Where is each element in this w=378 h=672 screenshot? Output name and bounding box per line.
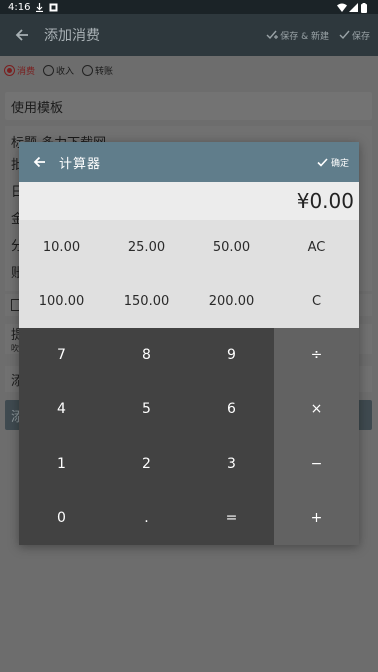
key-6[interactable]: 6 (189, 382, 274, 437)
status-bar: 4:16 (0, 0, 378, 14)
radio-checked-icon (4, 65, 15, 76)
calculator-title: 计算器 (59, 156, 102, 172)
app-toolbar: 添加消费 保存 & 新建 保存 (0, 14, 378, 56)
arrow-left-icon (33, 156, 45, 168)
radio-expense[interactable]: 消费 (4, 64, 35, 77)
notification-icon (49, 3, 58, 12)
battery-icon (361, 2, 370, 13)
page-title: 添加消费 (44, 28, 100, 44)
key-3[interactable]: 3 (189, 436, 274, 491)
preset-200-button[interactable]: 200.00 (189, 274, 274, 328)
key-2[interactable]: 2 (104, 436, 189, 491)
subtract-button[interactable]: − (274, 436, 359, 491)
all-clear-button[interactable]: AC (274, 220, 359, 274)
multiply-button[interactable]: × (274, 382, 359, 437)
download-icon (35, 2, 44, 12)
radio-unchecked-icon (43, 65, 55, 76)
decimal-point-button[interactable]: . (104, 490, 189, 545)
confirm-label: 确定 (330, 158, 349, 169)
key-9[interactable]: 9 (189, 328, 274, 383)
preset-10-button[interactable]: 10.00 (19, 220, 104, 274)
preset-amounts: 10.00 25.00 50.00 AC 100.00 150.00 200.0… (19, 220, 359, 328)
check-plus-icon (266, 30, 279, 40)
radio-transfer[interactable]: 转账 (82, 64, 113, 77)
calculator-dialog: 计算器 确定 ¥0.00 10.00 25.00 50.00 AC 100.00… (19, 142, 359, 545)
radio-unchecked-icon (82, 65, 94, 76)
use-template-button[interactable]: 使用模板 (5, 92, 372, 120)
signal-icon (349, 2, 358, 12)
preset-150-button[interactable]: 150.00 (104, 274, 189, 328)
calculator-header: 计算器 确定 (19, 142, 359, 182)
key-1[interactable]: 1 (19, 436, 104, 491)
radio-income[interactable]: 收入 (43, 64, 74, 77)
back-button[interactable] (0, 14, 44, 56)
add-operator-button[interactable]: + (274, 490, 359, 545)
preset-100-button[interactable]: 100.00 (19, 274, 104, 328)
save-and-new-label: 保存 & 新建 (280, 31, 329, 42)
key-7[interactable]: 7 (19, 328, 104, 383)
preset-50-button[interactable]: 50.00 (189, 220, 274, 274)
preset-25-button[interactable]: 25.00 (104, 220, 189, 274)
key-8[interactable]: 8 (104, 328, 189, 383)
calculator-display: ¥0.00 (19, 182, 359, 220)
confirm-button[interactable]: 确定 (317, 156, 349, 169)
key-0[interactable]: 0 (19, 490, 104, 545)
arrow-left-icon (15, 29, 28, 41)
save-label: 保存 (351, 31, 370, 42)
check-icon (317, 157, 328, 167)
key-5[interactable]: 5 (104, 382, 189, 437)
status-time: 4:16 (8, 1, 31, 13)
divide-button[interactable]: ÷ (274, 328, 359, 383)
save-and-new-button[interactable]: 保存 & 新建 (266, 29, 329, 42)
calculator-back-button[interactable] (19, 142, 59, 182)
equals-button[interactable]: = (189, 490, 274, 545)
type-radio-group: 消费 收入 转账 (4, 64, 113, 77)
wifi-icon (337, 3, 347, 12)
save-button[interactable]: 保存 (339, 29, 370, 42)
clear-button[interactable]: C (274, 274, 359, 328)
key-4[interactable]: 4 (19, 382, 104, 437)
check-icon (339, 30, 350, 40)
calculator-keypad: 7 8 9 ÷ 4 5 6 × 1 2 3 − 0 . = + (19, 328, 359, 545)
